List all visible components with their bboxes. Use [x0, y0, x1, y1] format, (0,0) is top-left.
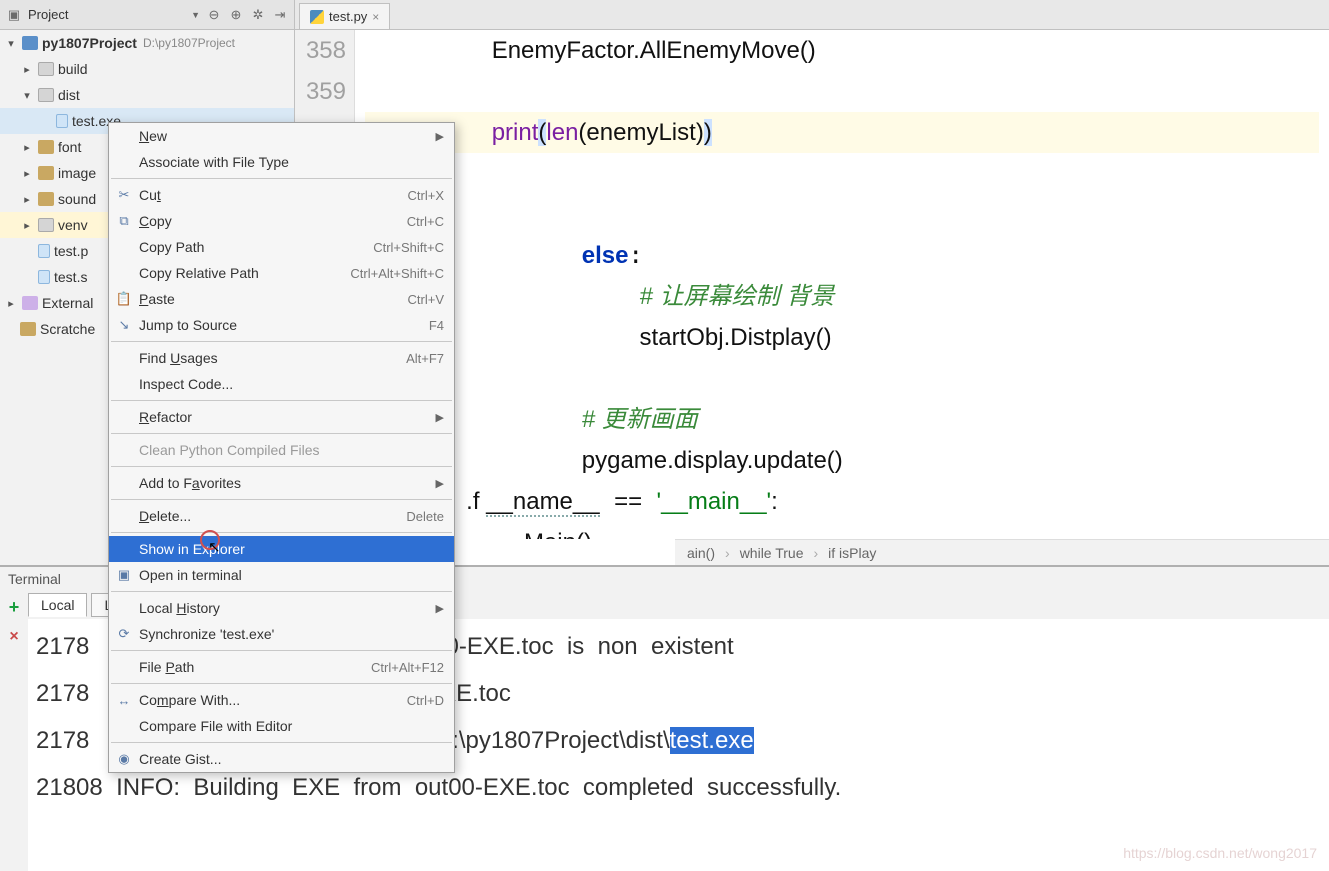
menu-local-history[interactable]: Local History▶: [109, 595, 454, 621]
copy-icon: ⧉: [116, 213, 132, 229]
menu-cut[interactable]: ✂CutCtrl+X: [109, 182, 454, 208]
tab-test-py[interactable]: test.py ×: [299, 3, 390, 29]
paste-icon: 📋: [116, 291, 132, 307]
menu-paste[interactable]: 📋PasteCtrl+V: [109, 286, 454, 312]
menu-copy[interactable]: ⧉CopyCtrl+C: [109, 208, 454, 234]
chevron-right-icon[interactable]: ▸: [20, 63, 34, 76]
watermark: https://blog.csdn.net/wong2017: [1123, 845, 1317, 861]
menu-separator: [111, 591, 452, 592]
project-folder-icon: [22, 36, 38, 50]
terminal-selection: test.exe: [670, 727, 754, 754]
tree-build[interactable]: ▸build: [0, 56, 294, 82]
sync-icon: ⟳: [116, 626, 132, 642]
menu-separator: [111, 466, 452, 467]
terminal-toolbar: + ×: [0, 591, 28, 871]
menu-find-usages[interactable]: Find UsagesAlt+F7: [109, 345, 454, 371]
menu-open-terminal[interactable]: ▣Open in terminal: [109, 562, 454, 588]
terminal-icon: ▣: [116, 567, 132, 583]
folder-icon: [38, 192, 54, 206]
menu-refactor[interactable]: Refactor▶: [109, 404, 454, 430]
submenu-arrow-icon: ▶: [436, 130, 444, 143]
menu-favorites[interactable]: Add to Favorites▶: [109, 470, 454, 496]
menu-separator: [111, 178, 452, 179]
collapse-icon[interactable]: ⊖: [206, 7, 222, 23]
menu-separator: [111, 742, 452, 743]
folder-icon: [38, 218, 54, 232]
top-row: ▣ Project ▼ ⊖ ⊕ ✲ ⇥ test.py ×: [0, 0, 1329, 30]
folder-icon: [38, 88, 54, 102]
folder-icon: [38, 166, 54, 180]
folder-icon: [38, 62, 54, 76]
folder-icon: [20, 322, 36, 336]
menu-inspect[interactable]: Inspect Code...: [109, 371, 454, 397]
menu-separator: [111, 532, 452, 533]
chevron-right-icon[interactable]: ▸: [20, 219, 34, 232]
menu-copy-path[interactable]: Copy PathCtrl+Shift+C: [109, 234, 454, 260]
hide-icon[interactable]: ⇥: [272, 7, 288, 23]
chevron-right-icon[interactable]: ▸: [4, 297, 18, 310]
python-file-icon: [310, 10, 324, 24]
context-menu: New▶ Associate with File Type ✂CutCtrl+X…: [108, 122, 455, 773]
library-icon: [22, 296, 38, 310]
menu-compare-editor[interactable]: Compare File with Editor: [109, 713, 454, 739]
chevron-right-icon[interactable]: ▸: [20, 193, 34, 206]
cut-icon: ✂: [116, 187, 132, 203]
chevron-down-icon[interactable]: ▾: [20, 89, 34, 102]
close-terminal-icon[interactable]: ×: [9, 628, 18, 646]
menu-file-path[interactable]: File PathCtrl+Alt+F12: [109, 654, 454, 680]
tree-root[interactable]: ▾ py1807Project D:\py1807Project: [0, 30, 294, 56]
tab-label: test.py: [329, 9, 367, 24]
chevron-right-icon[interactable]: ▸: [20, 141, 34, 154]
menu-separator: [111, 400, 452, 401]
chevron-down-icon[interactable]: ▾: [4, 37, 18, 50]
menu-separator: [111, 683, 452, 684]
menu-compare-with[interactable]: ↔Compare With...Ctrl+D: [109, 687, 454, 713]
project-dropdown-icon[interactable]: ▼: [191, 10, 200, 20]
target-icon[interactable]: ⊕: [228, 7, 244, 23]
tree-dist[interactable]: ▾dist: [0, 82, 294, 108]
menu-jump[interactable]: ↘Jump to SourceF4: [109, 312, 454, 338]
menu-separator: [111, 341, 452, 342]
breadcrumb-item[interactable]: while True: [725, 545, 803, 561]
project-title: Project: [28, 7, 185, 22]
breadcrumb-item[interactable]: ain(): [687, 545, 715, 561]
menu-copy-rel-path[interactable]: Copy Relative PathCtrl+Alt+Shift+C: [109, 260, 454, 286]
menu-separator: [111, 499, 452, 500]
menu-show-explorer[interactable]: Show in Explorer: [109, 536, 454, 562]
terminal-tab-local[interactable]: Local: [28, 593, 87, 617]
project-panel-header[interactable]: ▣ Project ▼ ⊖ ⊕ ✲ ⇥: [0, 0, 295, 29]
gear-icon[interactable]: ✲: [250, 7, 266, 23]
editor-tabbar: test.py ×: [295, 0, 390, 29]
file-icon: [38, 244, 50, 258]
close-icon[interactable]: ×: [372, 10, 379, 24]
submenu-arrow-icon: ▶: [436, 411, 444, 424]
menu-delete[interactable]: Delete...Delete: [109, 503, 454, 529]
breadcrumb-item[interactable]: if isPlay: [814, 545, 877, 561]
menu-separator: [111, 650, 452, 651]
github-icon: ◉: [116, 751, 132, 767]
add-terminal-icon[interactable]: +: [9, 597, 20, 618]
chevron-right-icon[interactable]: ▸: [20, 167, 34, 180]
file-icon: [56, 114, 68, 128]
menu-clean: Clean Python Compiled Files: [109, 437, 454, 463]
menu-associate[interactable]: Associate with File Type: [109, 149, 454, 175]
menu-synchronize[interactable]: ⟳Synchronize 'test.exe': [109, 621, 454, 647]
menu-create-gist[interactable]: ◉Create Gist...: [109, 746, 454, 772]
submenu-arrow-icon: ▶: [436, 602, 444, 615]
code-text[interactable]: EnemyFactor.AllEnemyMove() print(len(ene…: [355, 30, 1329, 539]
compare-icon: ↔: [116, 692, 132, 708]
menu-new[interactable]: New▶: [109, 123, 454, 149]
submenu-arrow-icon: ▶: [436, 477, 444, 490]
menu-separator: [111, 433, 452, 434]
breadcrumb[interactable]: ain() while True if isPlay: [675, 539, 1329, 565]
project-icon: ▣: [6, 7, 22, 23]
jump-icon: ↘: [116, 317, 132, 333]
file-icon: [38, 270, 50, 284]
folder-icon: [38, 140, 54, 154]
